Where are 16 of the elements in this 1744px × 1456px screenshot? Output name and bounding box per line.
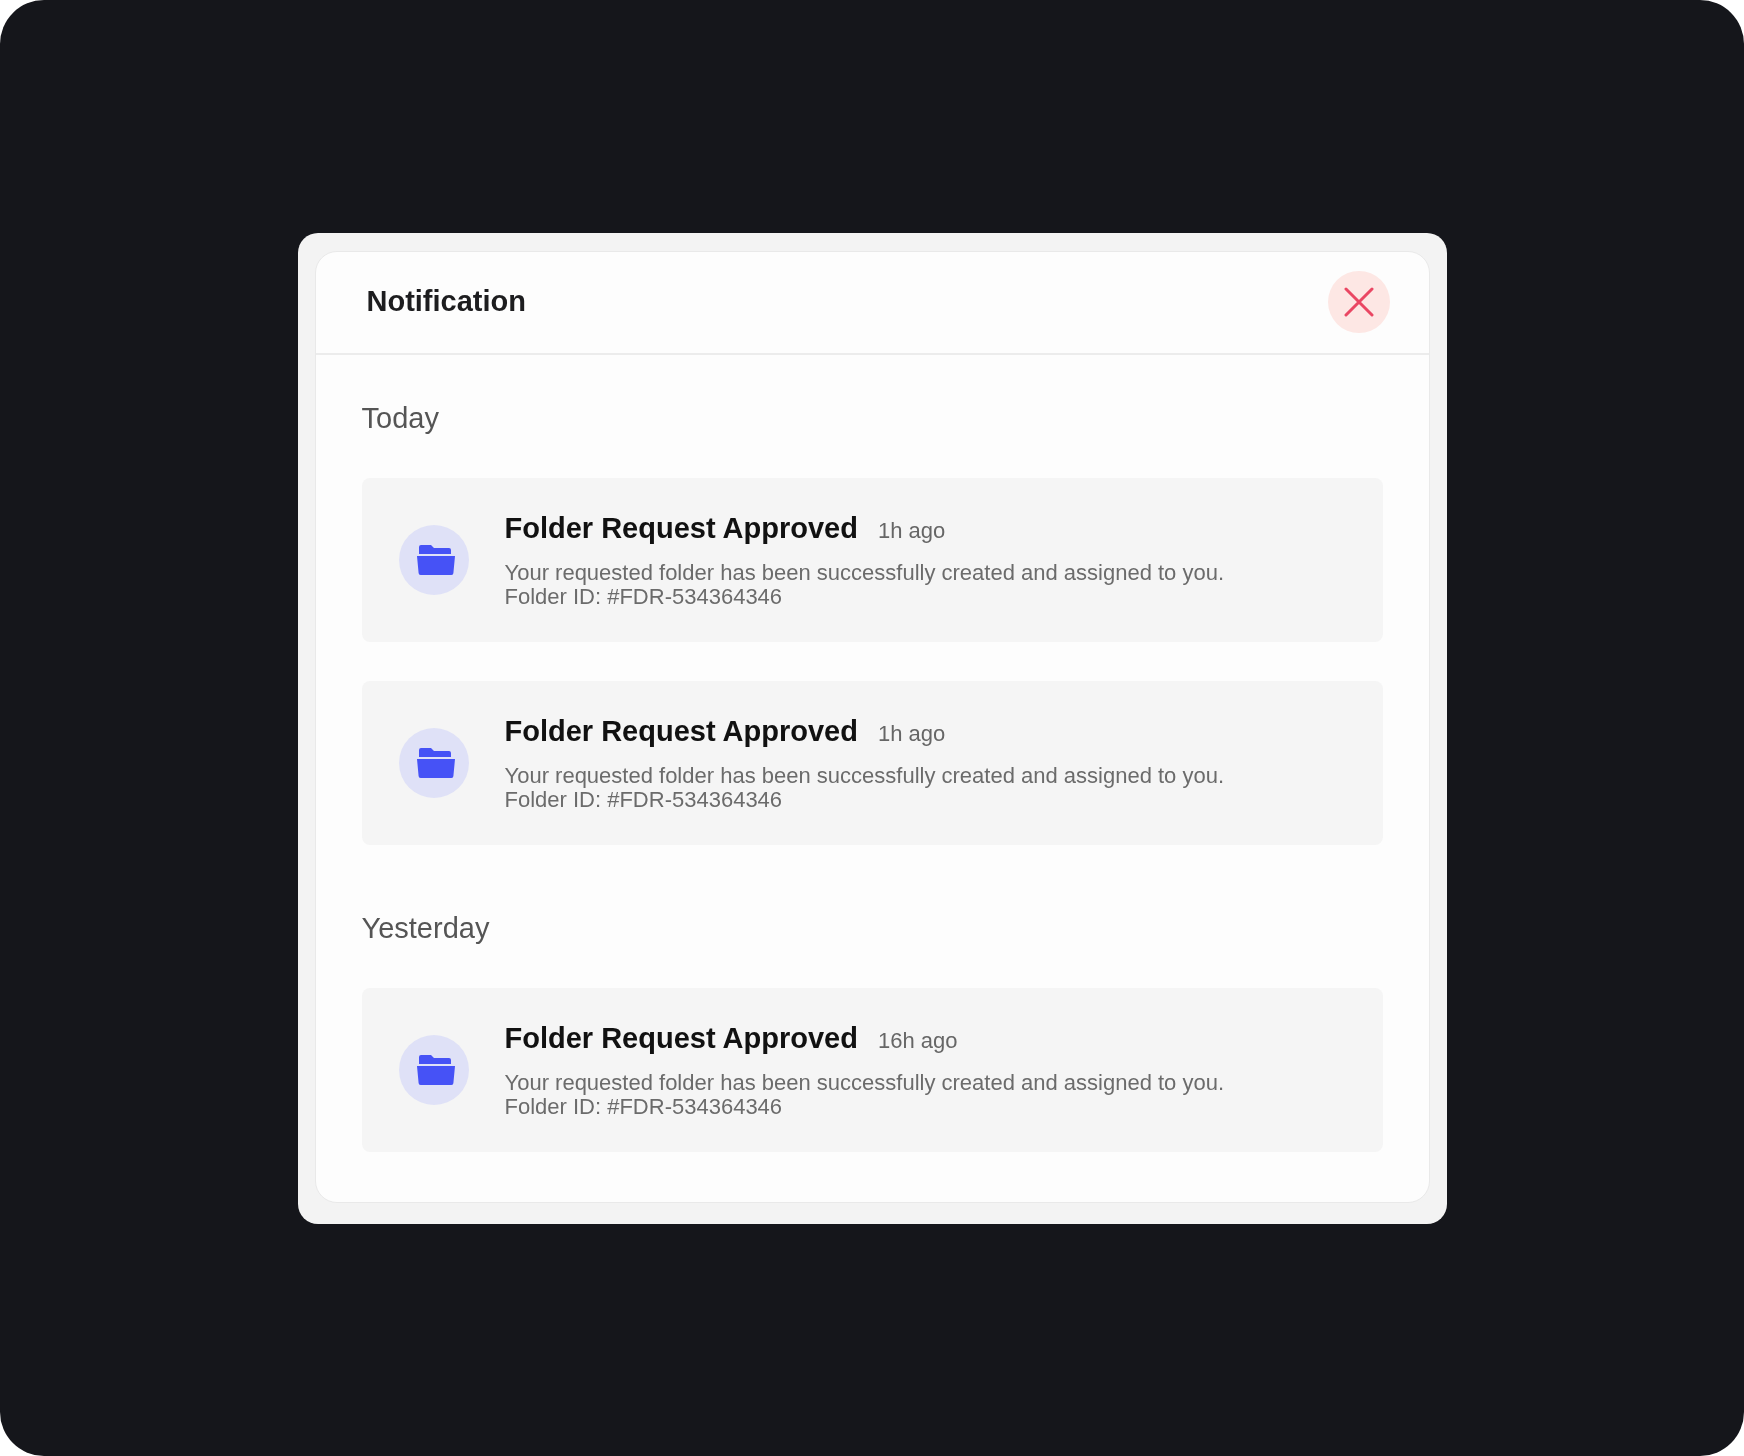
dialog-title: Notification <box>366 284 526 320</box>
notification-title: Folder Request Approved <box>504 510 858 545</box>
section-heading: Today <box>361 401 440 434</box>
notification-title: Folder Request Approved <box>504 713 858 748</box>
notification-time: 1h ago <box>877 517 946 544</box>
section-heading: Yesterday <box>361 911 491 944</box>
close-icon <box>1343 287 1374 317</box>
notification-time: 1h ago <box>877 720 946 747</box>
notification-time: 16h ago <box>877 1027 958 1054</box>
notification-message: Your requested folder has been successfully created and assigned to you. <box>504 763 1225 788</box>
notification-message: Your requested folder has been successfully created and assigned to you. <box>504 1070 1225 1095</box>
folder-id-text: Folder ID: #FDR-534364346 <box>504 1094 784 1119</box>
notification-message: Your requested folder has been successfully created and assigned to you. <box>504 560 1225 585</box>
notification-title: Folder Request Approved <box>504 1020 858 1055</box>
folder-id-text: Folder ID: #FDR-534364346 <box>504 787 784 812</box>
folder-id-text: Folder ID: #FDR-534364346 <box>504 584 784 609</box>
